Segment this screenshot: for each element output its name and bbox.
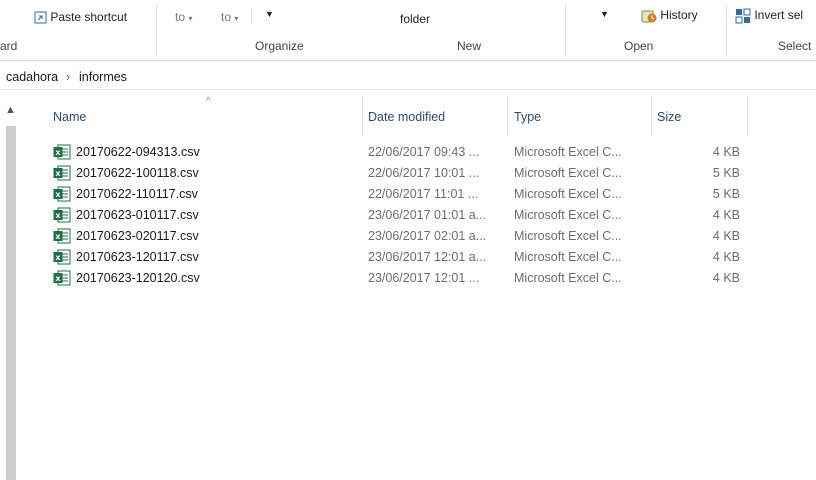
paste-shortcut-label: Paste shortcut [50, 10, 128, 24]
table-row[interactable]: x 20170623-120120.csv 23/06/2017 12:01 .… [45, 268, 765, 289]
file-type: Microsoft Excel C... [514, 229, 622, 243]
file-name: 20170623-120117.csv [76, 250, 199, 264]
file-size: 5 KB [712, 187, 740, 201]
invert-selection-button[interactable]: Invert sel [735, 8, 803, 24]
file-name: 20170623-120120.csv [76, 271, 200, 285]
open-dropdown-arrow-icon[interactable]: ▼ [600, 9, 609, 19]
breadcrumb-item-informes[interactable]: informes [79, 70, 127, 84]
file-name: 20170622-094313.csv [76, 145, 200, 159]
clipboard-group-label: ard [0, 39, 18, 53]
svg-text:x: x [55, 253, 61, 262]
svg-text:x: x [55, 169, 61, 178]
invert-selection-icon [735, 8, 751, 24]
table-row[interactable]: x 20170623-010117.csv 23/06/2017 01:01 a… [45, 205, 765, 226]
left-scrollbar[interactable]: ▲ [0, 96, 18, 480]
file-size: 4 KB [712, 145, 740, 159]
copy-to-button[interactable]: to ▾ [221, 10, 238, 24]
ribbon-divider [251, 8, 252, 24]
column-date-label: Date modified [368, 110, 446, 124]
column-name-label: Name [53, 110, 87, 124]
open-group-label: Open [624, 39, 654, 53]
move-to-label: to [175, 10, 186, 24]
sort-ascending-icon: ^ [206, 96, 211, 107]
scroll-up-icon[interactable]: ▲ [5, 104, 16, 116]
file-type: Microsoft Excel C... [514, 187, 622, 201]
file-type: Microsoft Excel C... [514, 271, 622, 285]
excel-csv-file-icon: x [53, 228, 71, 244]
copy-to-label: to [221, 10, 232, 24]
file-size: 4 KB [712, 250, 740, 264]
column-header-name[interactable]: Name ^ [18, 96, 363, 136]
file-type: Microsoft Excel C... [514, 250, 622, 264]
file-name: 20170622-100118.csv [76, 166, 199, 180]
file-size: 5 KB [712, 166, 740, 180]
ribbon: Paste shortcut to ▾ to ▾ ▼ folder ▼ Hist… [0, 0, 816, 61]
svg-text:x: x [55, 232, 61, 241]
svg-text:x: x [55, 148, 61, 157]
history-button[interactable]: History [641, 8, 698, 24]
file-name: 20170623-010117.csv [76, 208, 199, 222]
column-size-label: Size [657, 110, 682, 124]
file-name: 20170622-110117.csv [76, 187, 198, 201]
excel-csv-file-icon: x [53, 207, 71, 223]
file-date-modified: 22/06/2017 10:01 ... [368, 166, 480, 180]
file-type: Microsoft Excel C... [514, 208, 622, 222]
column-header-row: Name ^ Date modified Type Size [18, 96, 816, 136]
ribbon-divider [726, 4, 727, 56]
breadcrumb-separator-icon[interactable]: › [66, 70, 70, 84]
file-name: 20170623-020117.csv [76, 229, 199, 243]
file-size: 4 KB [712, 229, 740, 243]
file-size: 4 KB [712, 271, 740, 285]
excel-csv-file-icon: x [53, 144, 71, 160]
paste-shortcut-button[interactable]: Paste shortcut [34, 10, 127, 24]
column-type-label: Type [514, 110, 542, 124]
column-header-type[interactable]: Type [508, 96, 652, 136]
select-group-label: Select [778, 39, 812, 53]
file-date-modified: 23/06/2017 12:01 a... [368, 250, 487, 264]
chevron-down-icon: ▾ [188, 14, 193, 23]
scrollbar-thumb[interactable] [6, 126, 16, 480]
excel-csv-file-icon: x [53, 186, 71, 202]
file-size: 4 KB [712, 208, 740, 222]
ribbon-divider [565, 4, 566, 56]
new-group-label: New [457, 39, 482, 53]
move-to-button[interactable]: to ▾ [175, 10, 192, 24]
column-header-size[interactable]: Size [652, 96, 748, 136]
table-row[interactable]: x 20170622-094313.csv 22/06/2017 09:43 .… [45, 142, 765, 163]
organize-group-label: Organize [255, 39, 304, 53]
file-type: Microsoft Excel C... [514, 166, 622, 180]
svg-text:x: x [55, 274, 61, 283]
file-type: Microsoft Excel C... [514, 145, 622, 159]
breadcrumb-item-cadahora[interactable]: cadahora [6, 70, 58, 84]
column-header-date[interactable]: Date modified [363, 96, 508, 136]
excel-csv-file-icon: x [53, 270, 71, 286]
excel-csv-file-icon: x [53, 165, 71, 181]
table-row[interactable]: x 20170623-120117.csv 23/06/2017 12:01 a… [45, 247, 765, 268]
file-date-modified: 22/06/2017 09:43 ... [368, 145, 480, 159]
invert-selection-label: Invert sel [754, 8, 804, 23]
chevron-down-icon: ▾ [234, 14, 239, 23]
table-row[interactable]: x 20170623-020117.csv 23/06/2017 02:01 a… [45, 226, 765, 247]
new-folder-button[interactable]: folder [400, 12, 430, 26]
delete-dropdown-arrow-icon[interactable]: ▼ [265, 9, 274, 19]
file-date-modified: 22/06/2017 11:01 ... [368, 187, 479, 201]
history-label: History [660, 8, 698, 23]
excel-csv-file-icon: x [53, 249, 71, 265]
table-row[interactable]: x 20170622-110117.csv 22/06/2017 11:01 .… [45, 184, 765, 205]
file-date-modified: 23/06/2017 01:01 a... [368, 208, 487, 222]
breadcrumb: cadahora › informes [0, 63, 816, 90]
paste-shortcut-icon [34, 11, 47, 24]
ribbon-divider [156, 4, 157, 56]
file-date-modified: 23/06/2017 02:01 a... [368, 229, 487, 243]
new-folder-label: folder [400, 12, 431, 26]
file-date-modified: 23/06/2017 12:01 ... [368, 271, 480, 285]
table-row[interactable]: x 20170622-100118.csv 22/06/2017 10:01 .… [45, 163, 765, 184]
history-icon [641, 10, 657, 23]
svg-text:x: x [55, 211, 61, 220]
svg-text:x: x [55, 190, 61, 199]
